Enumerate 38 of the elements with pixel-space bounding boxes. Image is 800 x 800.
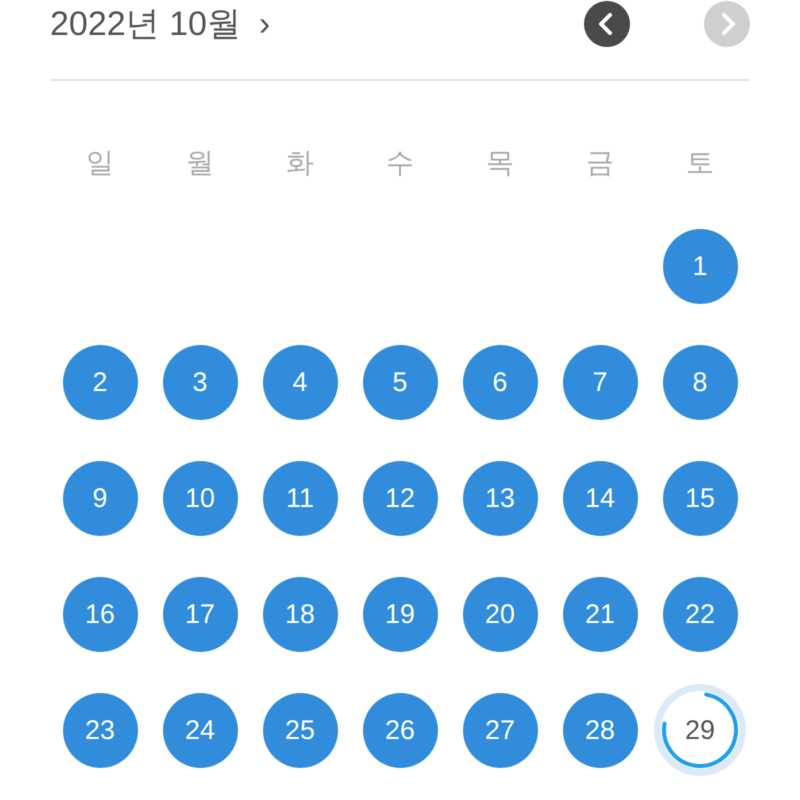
day-button[interactable]: 3 [162,344,238,420]
day-button[interactable]: 5 [362,344,438,420]
weekday-label: 월 [186,146,214,180]
day-button[interactable]: 22 [662,576,738,652]
day-button[interactable]: 17 [162,576,238,652]
day-button[interactable]: 25 [262,692,338,768]
day-button[interactable]: 19 [362,576,438,652]
day-button[interactable]: 9 [62,460,138,536]
day-button[interactable]: 20 [462,576,538,652]
day-button[interactable]: 12 [362,460,438,536]
day-button[interactable]: 16 [62,576,138,652]
day-button[interactable]: 7 [562,344,638,420]
prev-month-button[interactable] [584,1,630,47]
day-button[interactable]: 6 [462,344,538,420]
day-button[interactable]: 13 [462,460,538,536]
day-button[interactable]: 15 [662,460,738,536]
day-button[interactable]: 2 [62,344,138,420]
month-title-button[interactable]: 2022년 10월 › [50,1,270,47]
day-button[interactable]: 24 [162,692,238,768]
weekday-label: 수 [386,146,414,180]
day-button[interactable]: 18 [262,576,338,652]
day-button[interactable]: 10 [162,460,238,536]
day-button[interactable]: 1 [662,228,738,304]
day-button[interactable]: 27 [462,692,538,768]
weekday-label: 화 [286,146,314,180]
day-button[interactable]: 21 [562,576,638,652]
weekday-label: 토 [686,146,714,180]
today-progress-button[interactable]: 29 [654,684,746,776]
day-button[interactable]: 8 [662,344,738,420]
day-button[interactable]: 11 [262,460,338,536]
weekday-label: 일 [86,146,114,180]
weekday-label: 목 [486,146,514,180]
weekday-label: 금 [586,146,614,180]
day-button[interactable]: 23 [62,692,138,768]
day-button[interactable]: 28 [562,692,638,768]
day-button[interactable]: 26 [362,692,438,768]
day-button[interactable]: 4 [262,344,338,420]
day-button[interactable]: 14 [562,460,638,536]
